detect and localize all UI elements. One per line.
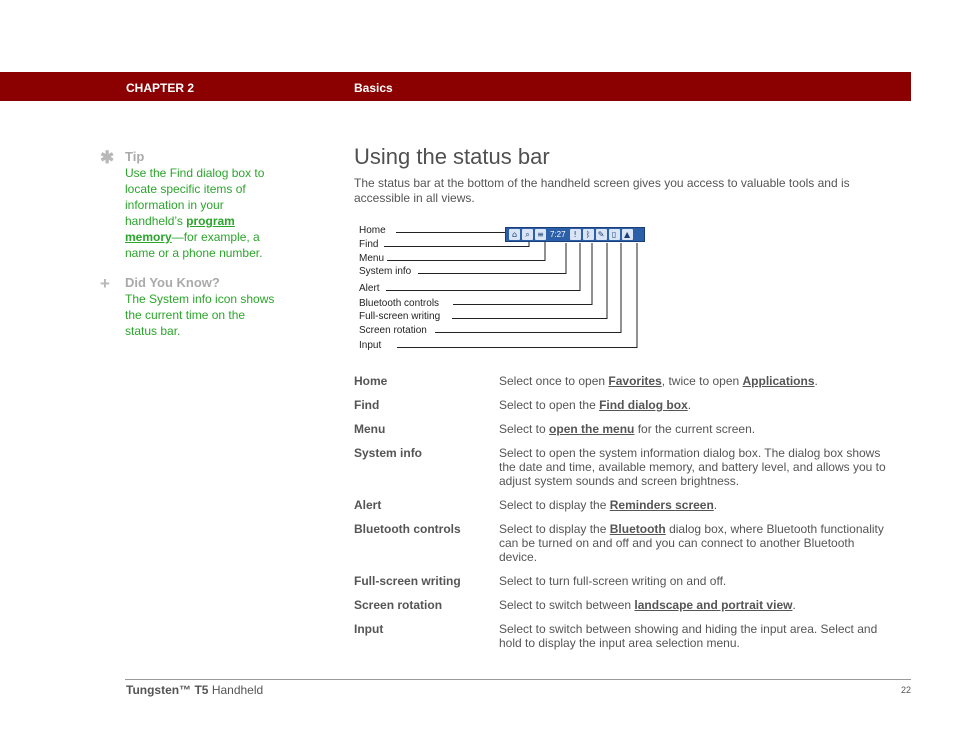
- definition-text: Select to display the: [499, 498, 610, 512]
- definition-row: Bluetooth controls Select to display the …: [354, 522, 899, 564]
- product-model: T5: [194, 683, 209, 697]
- definition-link[interactable]: landscape and portrait view: [634, 598, 792, 612]
- menu-icon[interactable]: ≡: [535, 229, 546, 240]
- product-brand: Tungsten™: [126, 683, 192, 697]
- plus-icon: +: [100, 274, 110, 293]
- find-icon[interactable]: ⌕: [522, 229, 533, 240]
- section-label: Basics: [354, 81, 393, 95]
- chapter-header-bar: CHAPTER 2 Basics: [0, 72, 911, 101]
- definition-link[interactable]: Bluetooth: [610, 522, 666, 536]
- system-info-time[interactable]: 7:27: [548, 230, 568, 239]
- definition-text: .: [814, 374, 818, 388]
- tip-block: ✱ Tip Use the Find dialog box to locate …: [100, 148, 280, 261]
- definition-term: Home: [354, 374, 388, 388]
- definition-text: Select once to open: [499, 374, 609, 388]
- definition-text: , twice to open: [661, 374, 743, 388]
- callout-lines: [384, 228, 638, 348]
- page-number: 22: [900, 685, 911, 695]
- status-bar: ⌂ ⌕ ≡ 7:27 ! ᛒ ✎ ▯ ▲: [505, 227, 645, 242]
- definition-description: Select to display the Bluetooth dialog b…: [499, 522, 889, 564]
- label-home: Home: [359, 225, 386, 236]
- definition-term: Find: [354, 398, 380, 412]
- definition-term: Menu: [354, 422, 386, 436]
- definition-text: Select to open the system information di…: [499, 446, 886, 488]
- definition-text: Select to open the: [499, 398, 600, 412]
- definition-link[interactable]: Applications: [743, 374, 815, 388]
- definition-description: Select to display the Reminders screen.: [499, 498, 889, 512]
- definition-text: for the current screen.: [634, 422, 756, 436]
- did-you-know-heading: Did You Know?: [125, 275, 220, 290]
- intro-paragraph: The status bar at the bottom of the hand…: [354, 176, 850, 205]
- definition-description: Select to turn full-screen writing on an…: [499, 574, 889, 588]
- definition-term: System info: [354, 446, 423, 460]
- page-title: Using the status bar: [354, 144, 550, 169]
- label-input: Input: [359, 340, 382, 351]
- alert-icon[interactable]: !: [569, 229, 581, 240]
- definition-text: Select to display the: [499, 522, 610, 536]
- definition-link[interactable]: Favorites: [608, 374, 661, 388]
- label-menu: Menu: [359, 253, 385, 264]
- definition-text: Select to switch between: [499, 598, 635, 612]
- home-icon[interactable]: ⌂: [509, 229, 520, 240]
- definition-term: Alert: [354, 498, 382, 512]
- definition-term: Full-screen writing: [354, 574, 461, 588]
- footer-rule: [125, 679, 911, 680]
- definition-row: Input Select to switch between showing an…: [354, 622, 899, 650]
- definition-term: Screen rotation: [354, 598, 443, 612]
- tip-heading: Tip: [125, 149, 145, 164]
- definition-link[interactable]: open the menu: [549, 422, 634, 436]
- definition-description: Select to open the system information di…: [499, 446, 889, 488]
- definition-row: System info Select to open the system inf…: [354, 446, 899, 488]
- footer-product: Tungsten™ T5 Handheld: [126, 683, 263, 697]
- label-screen-rotation: Screen rotation: [359, 325, 427, 336]
- label-alert: Alert: [359, 283, 380, 294]
- definition-row: Menu Select to open the menu for the curr…: [354, 422, 899, 436]
- label-find: Find: [359, 239, 379, 250]
- did-you-know-text: The System info icon shows the current t…: [125, 292, 275, 338]
- screen-rotation-icon[interactable]: ▯: [608, 229, 620, 240]
- definition-description: Select to switch between landscape and p…: [499, 598, 889, 612]
- tip-text: Use the Find dialog box to locate specif…: [125, 165, 280, 261]
- product-type: Handheld: [211, 683, 264, 697]
- label-bluetooth-controls: Bluetooth controls: [359, 298, 440, 309]
- definition-text: .: [687, 398, 692, 412]
- input-icon[interactable]: ▲: [621, 229, 633, 240]
- definition-term: Bluetooth controls: [354, 522, 461, 536]
- definition-link[interactable]: Find dialog box: [599, 398, 688, 412]
- full-screen-writing-icon[interactable]: ✎: [595, 229, 607, 240]
- definition-row: Home Select once to open Favorites, twice…: [354, 374, 899, 388]
- definition-text: Select to switch between showing and hid…: [499, 622, 878, 650]
- sidebar: ✱ Tip Use the Find dialog box to locate …: [100, 148, 280, 352]
- asterisk-icon: ✱: [100, 148, 115, 167]
- bluetooth-icon[interactable]: ᛒ: [582, 229, 594, 240]
- definition-link[interactable]: Reminders screen: [610, 498, 714, 512]
- definition-row: Full-screen writing Select to turn full-s…: [354, 574, 899, 588]
- definition-description: Select to open the Find dialog box.: [499, 398, 889, 412]
- label-full-screen-writing: Full-screen writing: [359, 311, 441, 322]
- did-you-know-block: + Did You Know? The System info icon sho…: [100, 274, 280, 339]
- definition-term: Input: [354, 622, 384, 636]
- status-bar-diagram: Home Find Menu System info Alert Bluetoo…: [354, 225, 899, 355]
- label-system-info: System info: [359, 266, 412, 277]
- definition-row: Alert Select to display the Reminders scr…: [354, 498, 899, 512]
- main-content: Using the status bar The status bar at t…: [354, 142, 899, 650]
- definition-description: Select once to open Favorites, twice to …: [499, 374, 889, 388]
- definition-description: Select to switch between showing and hid…: [499, 622, 889, 650]
- definition-table: Home Select once to open Favorites, twice…: [354, 374, 899, 660]
- definition-row: Find Select to open the Find dialog box.: [354, 398, 899, 412]
- definition-text: .: [792, 598, 796, 612]
- definition-text: .: [713, 498, 718, 512]
- chapter-label: CHAPTER 2: [126, 81, 195, 95]
- definition-row: Screen rotation Select to switch between …: [354, 598, 899, 612]
- definition-text: Select to turn full-screen writing on an…: [499, 574, 727, 588]
- definition-text: Select to: [499, 422, 550, 436]
- definition-description: Select to open the menu for the current …: [499, 422, 889, 436]
